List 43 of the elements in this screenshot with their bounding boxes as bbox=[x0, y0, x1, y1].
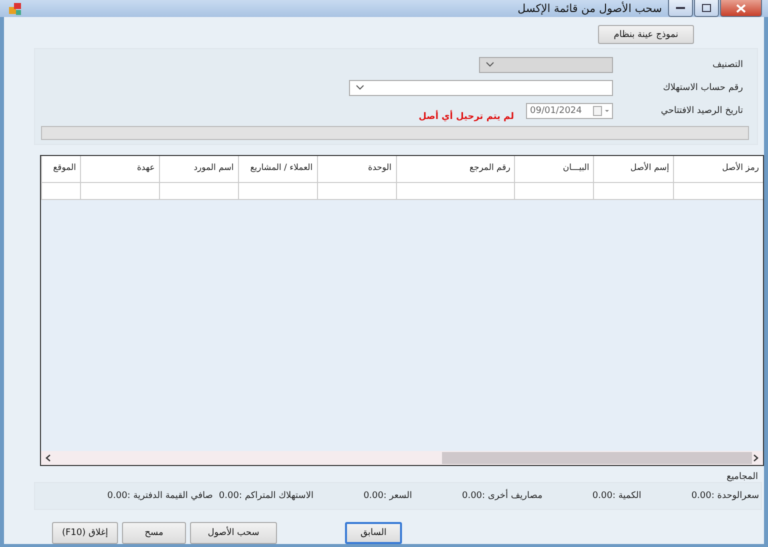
column-header[interactable]: الوحدة bbox=[316, 156, 396, 183]
action-button[interactable]: إغلاق (F10) bbox=[52, 522, 118, 544]
action-button[interactable]: مسح bbox=[122, 522, 186, 544]
close-icon bbox=[736, 4, 746, 12]
dropdown-field[interactable] bbox=[349, 80, 613, 96]
date-field[interactable]: 09/01/2024 bbox=[526, 102, 613, 118]
action-button[interactable]: السابق bbox=[345, 522, 402, 544]
total-value: صافي القيمة الدفترية :0.00 bbox=[107, 491, 213, 501]
table-cell bbox=[41, 183, 80, 200]
minimize-button[interactable] bbox=[668, 0, 693, 17]
calendar-dropdown-icon bbox=[593, 106, 609, 116]
chevron-icon bbox=[356, 85, 364, 90]
column-header[interactable]: البيـــان bbox=[514, 156, 594, 183]
total-value: السعر :0.00 bbox=[363, 491, 412, 501]
column-header[interactable]: العملاء / المشاريع bbox=[238, 156, 317, 183]
column-header[interactable]: اسم المورد bbox=[158, 156, 238, 183]
app-icon bbox=[8, 2, 22, 16]
totals-title: المجاميع bbox=[726, 472, 758, 482]
window-title: سحب الأصول من قائمة الإكسل bbox=[518, 2, 662, 15]
field-label: التصنيف bbox=[711, 60, 744, 70]
chevron-icon bbox=[486, 62, 494, 67]
total-value: مصاريف أخرى :0.00 bbox=[462, 491, 542, 501]
horizontal-scrollbar[interactable] bbox=[41, 451, 763, 465]
field-label: رقم حساب الاستهلاك bbox=[662, 82, 744, 92]
column-header[interactable]: إسم الأصل bbox=[593, 156, 674, 183]
column-header[interactable]: رمز الأصل bbox=[673, 156, 763, 183]
column-header[interactable]: عهدة bbox=[80, 156, 159, 183]
maximize-button[interactable] bbox=[694, 0, 719, 17]
total-value: الاستهلاك المتراكم :0.00 bbox=[218, 491, 314, 501]
sample-template-button[interactable]: نموذج عينة بنظام bbox=[598, 25, 694, 44]
minimize-icon bbox=[676, 6, 685, 10]
scroll-right-icon bbox=[752, 454, 760, 462]
column-header[interactable]: الموقع bbox=[41, 156, 80, 183]
column-header[interactable]: رقم المرجع bbox=[396, 156, 514, 183]
scroll-left-icon bbox=[44, 454, 52, 462]
close-button[interactable] bbox=[720, 0, 762, 17]
total-value: سعرالوحدة :0.00 bbox=[691, 491, 759, 501]
total-value: الكمية :0.00 bbox=[592, 491, 642, 501]
field-label: تاريخ الرصيد الافتتاحي bbox=[660, 106, 744, 116]
action-button[interactable]: سحب الأصول bbox=[190, 522, 277, 544]
scrollbar-thumb[interactable] bbox=[442, 452, 752, 464]
status-message: لم يتم ترحيل أي أصل bbox=[418, 112, 514, 122]
maximize-icon bbox=[702, 4, 711, 12]
